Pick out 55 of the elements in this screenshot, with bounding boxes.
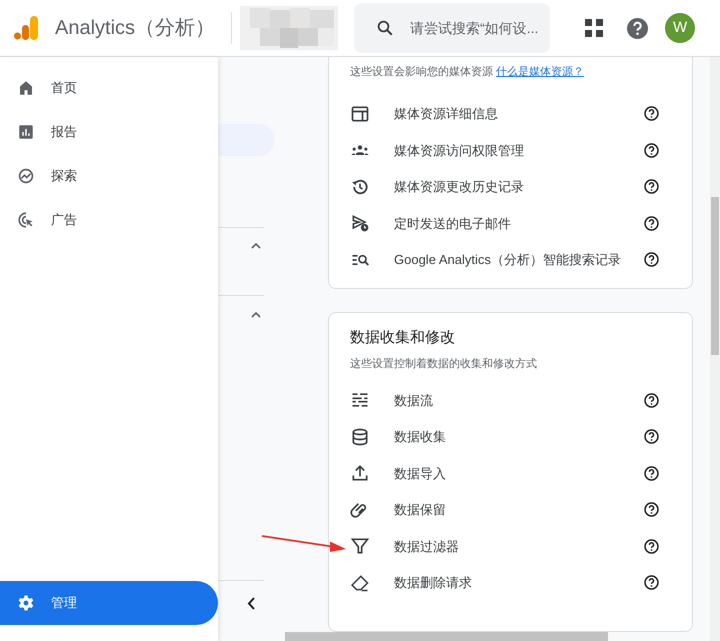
nav-item[interactable]: 报告 — [0, 110, 218, 154]
help-icon[interactable] — [644, 429, 659, 444]
card-title: 数据收集和修改 — [350, 328, 456, 348]
help-icon[interactable] — [644, 502, 659, 518]
collapse-chevron-icon[interactable] — [247, 597, 255, 610]
card-subtitle: 这些设置控制着数据的收集和修改方式 — [350, 356, 538, 372]
scrollbar-thumb[interactable] — [285, 632, 608, 641]
menu-item[interactable]: 数据导入 — [394, 464, 644, 483]
help-icon[interactable] — [644, 142, 659, 158]
menu-item[interactable]: 媒体资源更改历史记录 — [394, 177, 644, 196]
settings-icon — [17, 594, 35, 612]
chevron-up-icon[interactable] — [251, 311, 261, 318]
menu-item[interactable]: 媒体资源访问权限管理 — [394, 140, 644, 160]
help-icon[interactable] — [644, 216, 659, 231]
nav-item[interactable]: 广告 — [0, 198, 218, 242]
chevron-up-icon[interactable] — [251, 242, 261, 249]
menu-item[interactable]: 媒体资源详细信息 — [394, 104, 644, 124]
help-icon[interactable] — [644, 252, 659, 268]
database-icon — [350, 426, 370, 447]
menu-item[interactable]: Google Analytics（分析）智能搜索记录 — [394, 250, 644, 270]
menu-item[interactable]: 数据删除请求 — [394, 573, 644, 592]
help-icon[interactable] — [644, 179, 659, 194]
help-link[interactable]: 什么是媒体资源？ — [496, 66, 584, 78]
help-icon[interactable] — [644, 106, 659, 122]
help-icon[interactable] — [644, 538, 659, 554]
help-icon[interactable] — [644, 392, 659, 408]
bar-chart-icon — [17, 123, 35, 141]
menu-item[interactable]: 数据流 — [394, 390, 644, 410]
nav-item[interactable]: 探索 — [0, 154, 218, 198]
help-icon[interactable] — [644, 466, 659, 481]
search-input[interactable]: 请尝试搜索“如何设... — [408, 16, 548, 40]
send-clock-icon — [350, 213, 370, 234]
selection-highlight — [218, 124, 275, 156]
trend-chart-icon — [17, 167, 35, 185]
panel-icon — [350, 104, 370, 124]
help-icon[interactable] — [644, 575, 659, 590]
home-icon — [17, 79, 35, 97]
cursor-target-icon — [17, 211, 35, 229]
search-bar[interactable]: 请尝试搜索“如何设... — [354, 3, 550, 53]
nav-item[interactable]: 管理 — [0, 581, 218, 625]
nav-item[interactable]: 首页 — [0, 66, 218, 110]
subtitle-text: 这些设置会影响您的媒体资源 — [350, 66, 493, 78]
menu-item[interactable]: 数据收集 — [394, 427, 644, 446]
upload-icon — [350, 463, 370, 484]
app-title: Analytics（分析） — [55, 16, 216, 41]
menu-item[interactable]: 数据保留 — [394, 500, 644, 520]
help-icon[interactable] — [627, 18, 648, 38]
analytics-logo-icon — [13, 15, 39, 41]
eraser-icon — [350, 572, 370, 593]
menu-item[interactable]: 数据过滤器 — [394, 536, 644, 556]
filter-icon — [350, 536, 370, 556]
menu-item[interactable]: 定时发送的电子邮件 — [394, 214, 644, 233]
search-icon — [376, 19, 394, 37]
apps-grid-icon[interactable] — [585, 19, 604, 37]
scrollbar-thumb[interactable] — [711, 197, 719, 355]
